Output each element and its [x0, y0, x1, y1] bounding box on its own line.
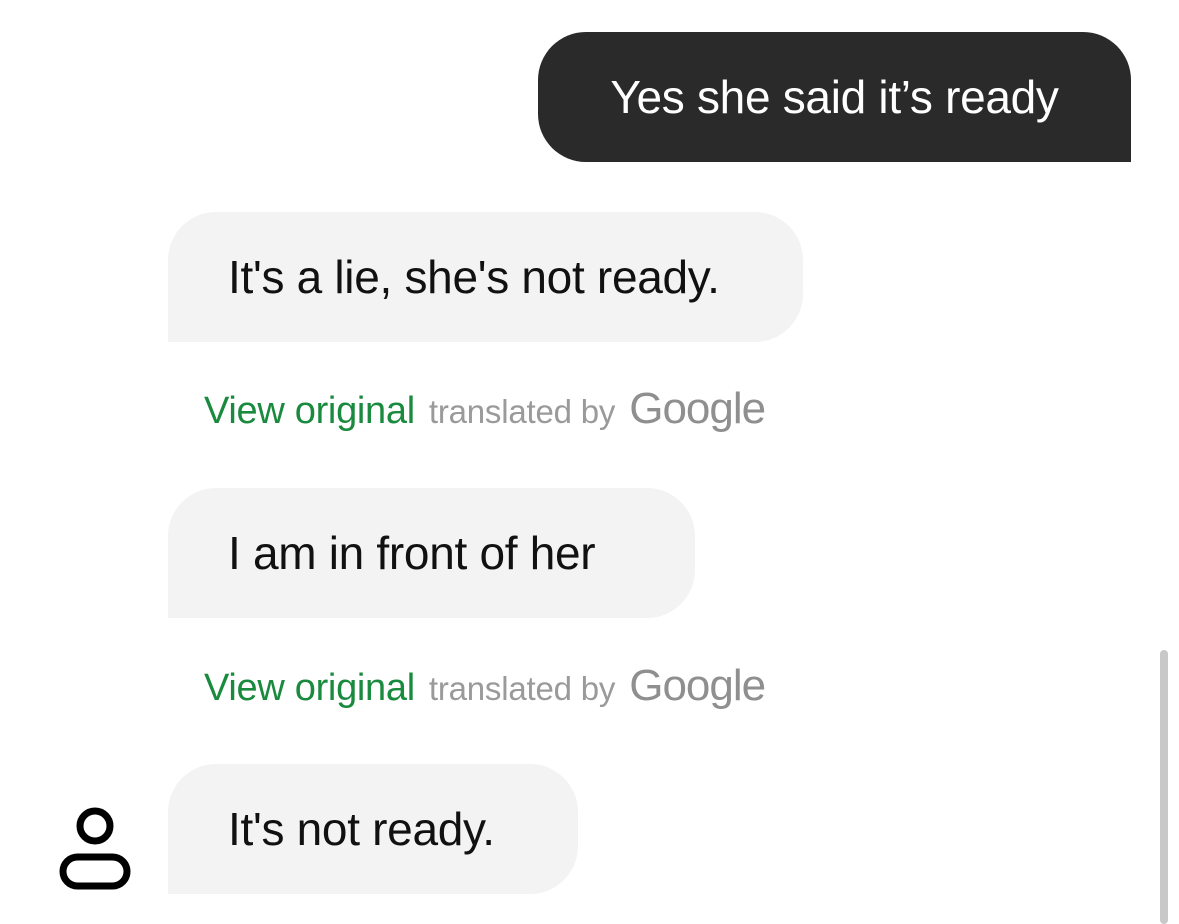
outgoing-message-bubble: Yes she said it’s ready	[538, 32, 1131, 162]
incoming-message-bubble: I am in front of her	[168, 488, 695, 618]
google-logo: Google	[629, 384, 766, 433]
chat-screen: Yes she said it’s ready It's a lie, she'…	[0, 0, 1179, 924]
view-original-link[interactable]: View original	[204, 667, 415, 710]
message-text: It's not ready.	[228, 803, 495, 855]
view-original-link[interactable]: View original	[204, 390, 415, 433]
message-text: Yes she said it’s ready	[610, 71, 1059, 123]
person-icon	[56, 804, 134, 890]
translation-info: View original translated by Google	[204, 661, 766, 711]
translated-by-label: translated by	[428, 393, 616, 430]
google-logo: Google	[629, 661, 766, 710]
translation-info: View original translated by Google	[204, 384, 766, 434]
message-text: It's a lie, she's not ready.	[228, 251, 720, 303]
message-text: I am in front of her	[228, 527, 596, 579]
translated-by-label: translated by	[428, 670, 616, 707]
incoming-message-bubble: It's not ready.	[168, 764, 578, 894]
incoming-message-bubble: It's a lie, she's not ready.	[168, 212, 803, 342]
scrollbar[interactable]	[1160, 650, 1168, 924]
